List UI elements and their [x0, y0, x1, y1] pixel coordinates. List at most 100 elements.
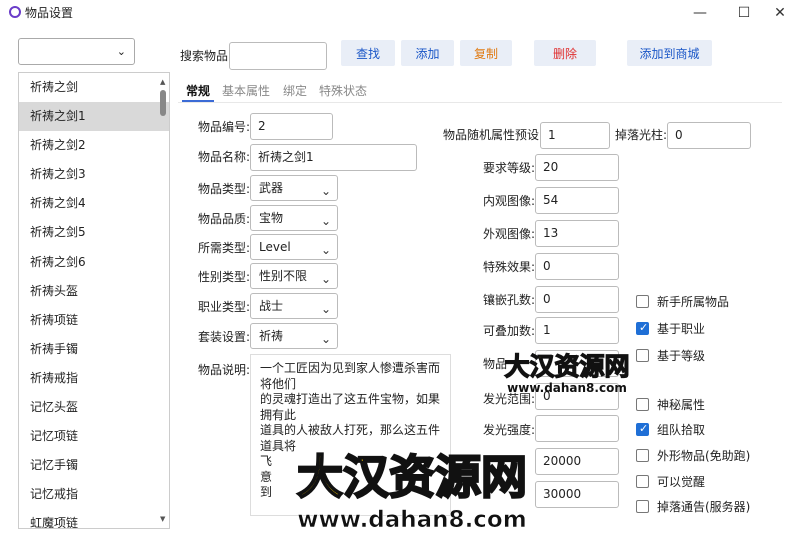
list-item[interactable]: 记忆项链: [19, 422, 169, 451]
tab-general[interactable]: 常规: [186, 82, 210, 99]
list-item[interactable]: 记忆头盔: [19, 393, 169, 422]
watermark-large-title: 大汉资源网: [297, 450, 527, 504]
set-setting-value: 祈祷: [259, 329, 284, 343]
item-list[interactable]: 祈祷之剑 祈祷之剑1 祈祷之剑2 祈祷之剑3 祈祷之剑4 祈祷之剑5 祈祷之剑6 祈祷头盔 祈祷…: [18, 72, 170, 529]
list-item[interactable]: 祈祷之剑3: [19, 160, 169, 189]
drop-pillar-input[interactable]: 0: [667, 122, 751, 149]
search-label: 搜索物品: [180, 49, 229, 63]
chevron-down-icon: ⌄: [320, 332, 331, 346]
item-quality-select[interactable]: 宝物 ⌄: [250, 205, 338, 231]
req-level-input[interactable]: 20: [535, 154, 619, 181]
checkbox-unchecked[interactable]: [636, 348, 649, 362]
random-preset-input[interactable]: 1: [540, 122, 610, 149]
item-id-input[interactable]: 2: [250, 113, 333, 140]
list-scrollbar[interactable]: ▲ ▼: [159, 74, 168, 527]
watermark-large-url: www.dahan8.com: [297, 507, 526, 533]
job-type-value: 战士: [259, 299, 284, 313]
checkbox-unchecked[interactable]: [636, 499, 649, 513]
item-name-input[interactable]: 祈祷之剑1: [250, 144, 417, 171]
special-effect-input[interactable]: 0: [535, 253, 619, 280]
list-item[interactable]: 祈祷之剑: [19, 73, 169, 102]
list-item[interactable]: 祈祷头盔: [19, 277, 169, 306]
gender-type-select[interactable]: 性别不限 ⌄: [250, 263, 338, 289]
scroll-down-icon[interactable]: ▼: [160, 515, 165, 523]
set-setting-label: 套装设置:: [198, 330, 251, 344]
app-icon: [9, 6, 21, 18]
chevron-down-icon: ⌄: [116, 45, 126, 58]
checkbox-unchecked[interactable]: [636, 474, 649, 488]
checkbox-label: 基于职业: [657, 321, 706, 336]
item-type-select[interactable]: 武器 ⌄: [250, 175, 338, 201]
list-item[interactable]: 记忆手镯: [19, 451, 169, 480]
checkbox-unchecked[interactable]: [636, 448, 649, 462]
checkbox-label: 可以觉醒: [657, 474, 706, 489]
list-item[interactable]: 祈祷项链: [19, 306, 169, 335]
chevron-down-icon: ⌄: [320, 302, 331, 316]
set-setting-select[interactable]: 祈祷 ⌄: [250, 323, 338, 349]
checkbox-option[interactable]: 掉落通告(服务器): [636, 498, 750, 514]
gender-type-value: 性别不限: [259, 269, 308, 283]
scroll-thumb[interactable]: [160, 90, 166, 116]
watermark-small: 大汉资源网 www.dahan8.com: [504, 351, 630, 395]
checkbox-option[interactable]: 新手所属物品: [636, 293, 729, 309]
add-button[interactable]: 添加: [401, 40, 454, 66]
active-tab-indicator: [182, 100, 214, 102]
inner-image-input[interactable]: 54: [535, 187, 619, 214]
window-title: 物品设置: [25, 6, 74, 20]
list-item[interactable]: 祈祷之剑6: [19, 248, 169, 277]
tab-special-status[interactable]: 特殊状态: [319, 82, 367, 99]
socket-count-input[interactable]: 0: [535, 286, 619, 313]
add-to-shop-button[interactable]: 添加到商城: [627, 40, 712, 66]
tab-divider: [178, 102, 782, 103]
checkbox-option[interactable]: 外形物品(免助跑): [636, 447, 750, 463]
search-input[interactable]: [229, 42, 327, 70]
list-item[interactable]: 祈祷戒指: [19, 364, 169, 393]
close-icon[interactable]: ✕: [760, 0, 800, 26]
light-strength-input[interactable]: [535, 415, 619, 442]
checkbox-label: 神秘属性: [657, 397, 706, 412]
drop-pillar-label: 掉落光柱:: [615, 128, 668, 142]
list-item[interactable]: 祈祷手镯: [19, 335, 169, 364]
inner-image-label: 内观图像:: [483, 194, 536, 208]
find-button[interactable]: 查找: [341, 40, 395, 66]
list-item[interactable]: 祈祷之剑1: [19, 102, 169, 132]
copy-button[interactable]: 复制: [460, 40, 512, 66]
scroll-up-icon[interactable]: ▲: [160, 78, 165, 86]
req-type-value: Level: [259, 240, 291, 254]
list-item[interactable]: 虹魔项链: [19, 509, 169, 528]
chevron-down-icon: ⌄: [320, 272, 331, 286]
title-bar: 物品设置 — ☐ ✕: [0, 0, 800, 26]
checkbox-option[interactable]: 基于等级: [636, 347, 705, 363]
chevron-down-icon: ⌄: [320, 243, 331, 257]
checkbox-unchecked[interactable]: [636, 294, 649, 308]
checkbox-label: 掉落通告(服务器): [657, 499, 751, 514]
checkbox-option[interactable]: 神秘属性: [636, 396, 705, 412]
item-type-label: 物品类型:: [198, 182, 251, 196]
tab-binding[interactable]: 绑定: [283, 82, 307, 99]
checkbox-unchecked[interactable]: [636, 397, 649, 411]
list-item[interactable]: 祈祷之剑5: [19, 218, 169, 247]
stack-count-input[interactable]: 1: [535, 317, 619, 344]
minimize-icon[interactable]: —: [680, 0, 720, 26]
req-type-select[interactable]: Level ⌄: [250, 234, 338, 260]
list-item[interactable]: 记忆戒指: [19, 480, 169, 509]
checkbox-checked[interactable]: ✓: [636, 321, 649, 335]
delete-button[interactable]: 删除: [534, 40, 596, 66]
tab-basic-attributes[interactable]: 基本属性: [222, 82, 270, 99]
outer-image-label: 外观图像:: [483, 227, 536, 241]
checkbox-option[interactable]: ✓ 组队拾取: [636, 421, 705, 437]
watermark-small-url: www.dahan8.com: [507, 381, 627, 395]
outer-image-input[interactable]: 13: [535, 220, 619, 247]
stack-count-label: 可叠加数:: [483, 324, 536, 338]
gender-type-label: 性别类型:: [198, 270, 251, 284]
checkbox-option[interactable]: ✓ 基于职业: [636, 320, 705, 336]
list-item[interactable]: 祈祷之剑4: [19, 189, 169, 218]
list-item[interactable]: 祈祷之剑2: [19, 131, 169, 160]
filter-combo[interactable]: ⌄: [18, 38, 135, 65]
job-type-select[interactable]: 战士 ⌄: [250, 293, 338, 319]
checkbox-option[interactable]: 可以觉醒: [636, 473, 705, 489]
maximize-icon[interactable]: ☐: [724, 0, 764, 26]
checkbox-checked[interactable]: ✓: [636, 422, 649, 436]
item-quality-label: 物品品质:: [198, 212, 251, 226]
req-level-label: 要求等级:: [483, 161, 536, 175]
